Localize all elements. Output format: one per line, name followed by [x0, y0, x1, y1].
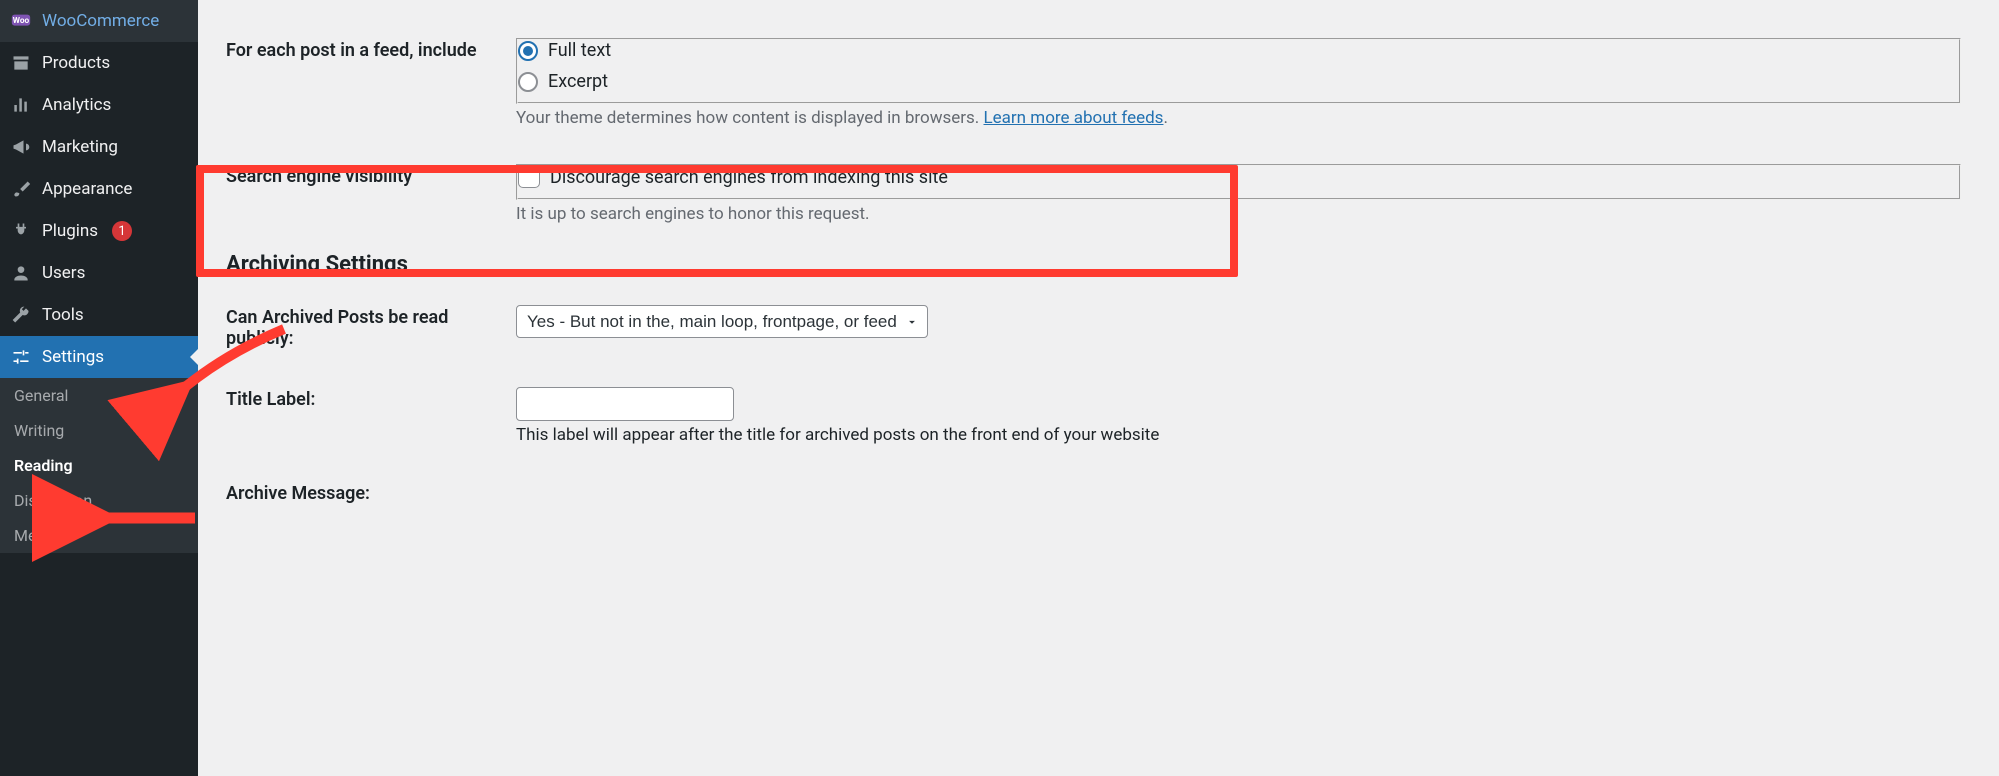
sidebar-item-label: Users	[42, 263, 85, 283]
submenu-item-writing[interactable]: Writing	[0, 413, 198, 448]
archive-icon	[10, 52, 32, 74]
reading-settings-table: For each post in a feed, include Full te…	[226, 20, 1971, 242]
sliders-icon	[10, 346, 32, 368]
users-icon	[10, 262, 32, 284]
archived-public-select[interactable]: Yes - But not in the, main loop, frontpa…	[516, 305, 928, 338]
sidebar-item-users[interactable]: Users	[0, 252, 198, 294]
sidebar-item-settings[interactable]: Settings	[0, 336, 198, 378]
row-label: Title Label:	[226, 369, 506, 463]
feed-content-options: Full text Excerpt	[516, 38, 1961, 104]
sidebar-item-label: Settings	[42, 347, 104, 367]
option-label: Full text	[548, 40, 611, 61]
option-excerpt[interactable]: Excerpt	[518, 71, 1959, 92]
sidebar-item-label: Marketing	[42, 137, 118, 157]
visibility-description: It is up to search engines to honor this…	[516, 204, 1961, 224]
sidebar-item-appearance[interactable]: Appearance	[0, 168, 198, 210]
option-full-text[interactable]: Full text	[518, 40, 1959, 61]
megaphone-icon	[10, 136, 32, 158]
row-title-label: Title Label: This label will appear afte…	[226, 369, 1971, 463]
submenu-item-discussion[interactable]: Discussion	[0, 483, 198, 518]
settings-submenu: General Writing Reading Discussion Media	[0, 378, 198, 553]
admin-sidebar: Woo WooCommerce Products Analytics Marke…	[0, 0, 198, 776]
row-feed-content: For each post in a feed, include Full te…	[226, 20, 1971, 146]
period: .	[1163, 108, 1167, 128]
sidebar-item-label: Products	[42, 53, 110, 73]
option-label: Discourage search engines from indexing …	[550, 167, 948, 188]
settings-reading-page: For each post in a feed, include Full te…	[198, 0, 1999, 776]
submenu-item-general[interactable]: General	[0, 378, 198, 413]
sidebar-item-marketing[interactable]: Marketing	[0, 126, 198, 168]
sidebar-item-label: Analytics	[42, 95, 111, 115]
radio-icon[interactable]	[518, 72, 538, 92]
svg-text:Woo: Woo	[13, 16, 30, 26]
learn-more-feeds-link[interactable]: Learn more about feeds	[984, 108, 1164, 128]
row-label: Can Archived Posts be read publicly:	[226, 287, 506, 369]
sidebar-item-products[interactable]: Products	[0, 42, 198, 84]
submenu-item-media[interactable]: Media	[0, 518, 198, 553]
row-archived-public: Can Archived Posts be read publicly: Yes…	[226, 287, 1971, 369]
title-label-description: This label will appear after the title f…	[516, 425, 1961, 445]
row-label: For each post in a feed, include	[226, 20, 506, 146]
radio-icon[interactable]	[518, 41, 538, 61]
row-label: Archive Message:	[226, 463, 506, 524]
visibility-options: Discourage search engines from indexing …	[516, 164, 1961, 200]
row-archive-message: Archive Message:	[226, 463, 1971, 524]
submenu-item-reading[interactable]: Reading	[0, 448, 198, 483]
wrench-icon	[10, 304, 32, 326]
sidebar-item-label: Plugins	[42, 221, 98, 241]
plugins-update-badge: 1	[112, 221, 132, 241]
title-label-input[interactable]	[516, 387, 734, 421]
row-label: Search engine visibility	[226, 146, 506, 242]
sidebar-item-label: Appearance	[42, 179, 132, 199]
sidebar-item-woocommerce[interactable]: Woo WooCommerce	[0, 0, 198, 42]
description-text: Your theme determines how content is dis…	[516, 108, 984, 128]
archiving-settings-table: Can Archived Posts be read publicly: Yes…	[226, 287, 1971, 524]
discourage-indexing-option[interactable]: Discourage search engines from indexing …	[518, 166, 1959, 188]
row-search-visibility: Search engine visibility Discourage sear…	[226, 146, 1971, 242]
brush-icon	[10, 178, 32, 200]
plug-icon	[10, 220, 32, 242]
woocommerce-icon: Woo	[10, 10, 32, 32]
sidebar-item-tools[interactable]: Tools	[0, 294, 198, 336]
sidebar-item-analytics[interactable]: Analytics	[0, 84, 198, 126]
sidebar-item-label: WooCommerce	[42, 11, 159, 31]
checkbox-icon[interactable]	[518, 166, 540, 188]
feed-description: Your theme determines how content is dis…	[516, 108, 1961, 128]
option-label: Excerpt	[548, 71, 608, 92]
sidebar-item-label: Tools	[42, 305, 84, 325]
sidebar-item-plugins[interactable]: Plugins 1	[0, 210, 198, 252]
chart-icon	[10, 94, 32, 116]
archiving-settings-heading: Archiving Settings	[226, 242, 1971, 287]
